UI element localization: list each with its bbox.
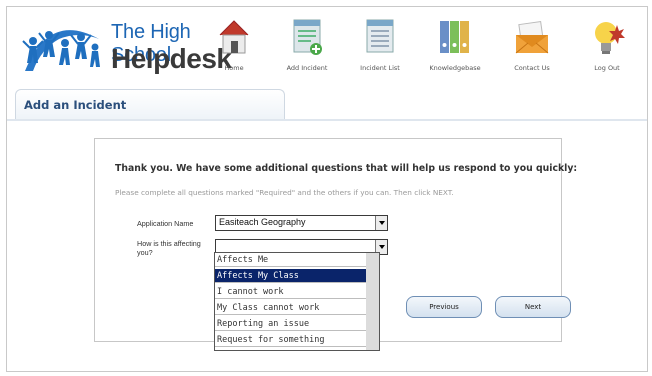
house-icon <box>219 20 249 54</box>
nav-label-incident-list: Incident List <box>360 64 400 72</box>
header: The High School Helpdesk Home Add Incide… <box>7 7 647 87</box>
tab-bar: Add an Incident <box>7 87 647 123</box>
logo-figures-icon <box>22 30 100 71</box>
previous-button[interactable]: Previous <box>406 296 482 318</box>
lightbulb-icon <box>595 22 625 54</box>
nav-label-add-incident: Add Incident <box>286 64 328 72</box>
chevron-down-icon[interactable] <box>375 216 387 230</box>
nav-incident-list[interactable]: Incident List <box>349 17 411 77</box>
binders-icon <box>440 21 469 53</box>
nav-knowledgebase[interactable]: Knowledgebase <box>424 17 486 77</box>
form-heading: Thank you. We have some additional quest… <box>115 163 578 174</box>
nav-label-contact-us: Contact Us <box>514 64 550 72</box>
affecting-label-line1: How is this affecting <box>137 239 201 248</box>
dropdown-option[interactable]: Request for something <box>215 333 366 347</box>
nav-label-home: Home <box>224 64 244 72</box>
nav-add-incident[interactable]: Add Incident <box>276 17 338 77</box>
affecting-dropdown-list[interactable]: Affects Me Affects My Class I cannot wor… <box>214 252 380 351</box>
add-document-icon <box>293 19 322 55</box>
application-name-label: Application Name <box>137 219 194 228</box>
logo[interactable]: The High School Helpdesk <box>19 15 232 79</box>
affecting-label-line2: you? <box>137 248 153 257</box>
tab-add-incident[interactable]: Add an Incident <box>15 89 285 120</box>
nav-home[interactable]: Home <box>203 17 265 77</box>
form-instructions: Please complete all questions marked "Re… <box>115 188 454 197</box>
tab-divider <box>7 119 647 121</box>
next-button[interactable]: Next <box>495 296 571 318</box>
dropdown-scrollbar[interactable] <box>366 253 379 350</box>
list-document-icon <box>366 19 394 53</box>
nav-label-knowledgebase: Knowledgebase <box>429 64 481 72</box>
application-name-select[interactable]: Easiteach Geography <box>215 215 388 231</box>
tab-label: Add an Incident <box>24 98 127 112</box>
application-name-value: Easiteach Geography <box>219 217 306 227</box>
nav-log-out[interactable]: Log Out <box>576 17 638 77</box>
dropdown-option[interactable]: My Class cannot work <box>215 301 366 315</box>
dropdown-option[interactable]: Reporting an issue <box>215 317 366 331</box>
affecting-label: How is this affecting you? <box>137 239 201 257</box>
dropdown-option-selected[interactable]: Affects My Class <box>215 269 366 283</box>
nav-label-log-out: Log Out <box>594 64 620 72</box>
dropdown-option[interactable]: Affects Me <box>215 253 366 267</box>
dropdown-option[interactable]: I cannot work <box>215 285 366 299</box>
envelope-icon <box>515 20 549 54</box>
nav-contact-us[interactable]: Contact Us <box>501 17 563 77</box>
app-window: The High School Helpdesk Home Add Incide… <box>6 6 648 372</box>
